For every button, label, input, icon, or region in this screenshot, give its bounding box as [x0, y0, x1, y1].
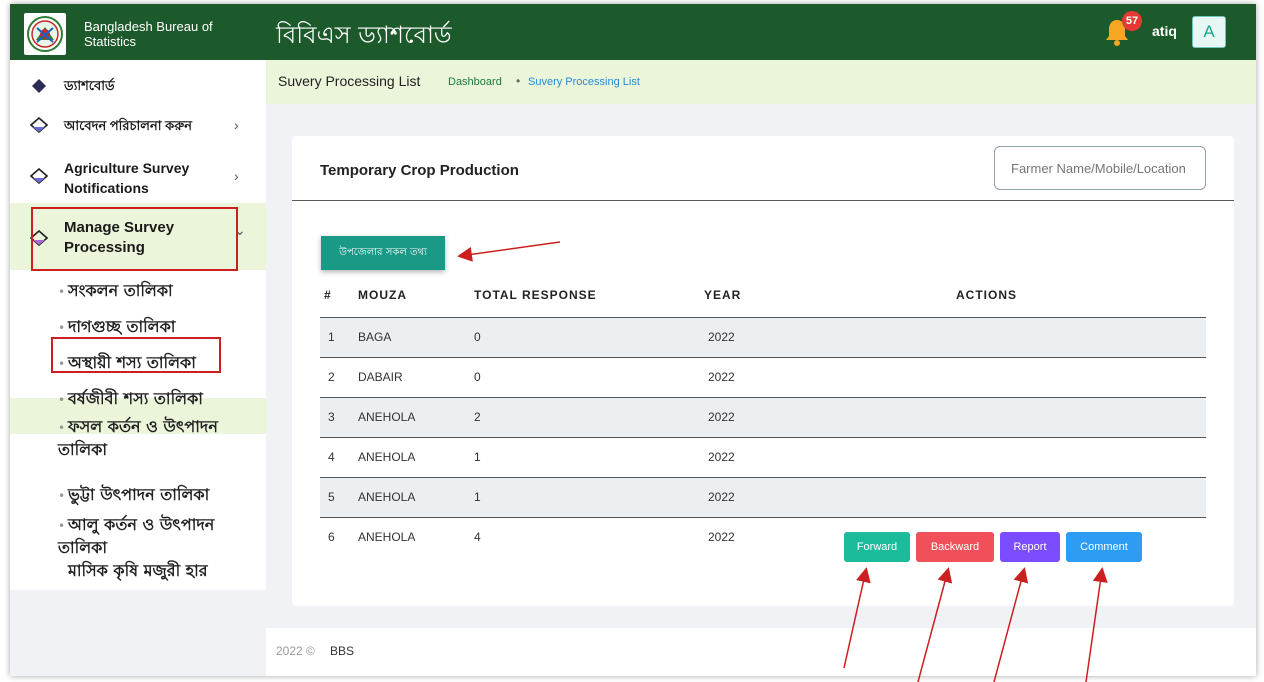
column-header-mouza: MOUZA — [358, 288, 407, 302]
total-response-cell: 1 — [474, 490, 481, 504]
row-number: 5 — [328, 490, 335, 504]
diamond-icon — [32, 79, 46, 93]
mouza-cell: ANEHOLA — [358, 530, 416, 544]
column-header-year: YEAR — [704, 288, 742, 302]
total-response-cell: 0 — [474, 330, 481, 344]
sidebar-item-label: আবেদন পরিচালনা করুন — [64, 118, 192, 133]
year-cell: 2022 — [708, 410, 735, 424]
notification-count-badge: 57 — [1122, 11, 1142, 31]
sub-item-monthly-wage-rate[interactable]: মাসিক কৃষি মজুরী হার — [68, 560, 208, 582]
avatar[interactable]: A — [1192, 16, 1226, 48]
forward-button[interactable]: Forward — [844, 532, 910, 562]
table-row: 2 DABAIR 0 2022 — [320, 357, 1206, 397]
year-cell: 2022 — [708, 490, 735, 504]
mouza-cell: ANEHOLA — [358, 410, 416, 424]
column-header-no: # — [324, 288, 332, 302]
mouza-cell: DABAIR — [358, 370, 403, 384]
year-cell: 2022 — [708, 530, 735, 544]
layers-icon — [30, 168, 48, 184]
chevron-right-icon: › — [234, 117, 239, 133]
breadcrumb-current: Suvery Processing List — [528, 76, 640, 88]
total-response-cell: 1 — [474, 450, 481, 464]
breadcrumb-separator: • — [516, 74, 521, 88]
survey-card: Temporary Crop Production উপজেলার সকল তথ… — [292, 136, 1234, 606]
layers-icon — [30, 117, 48, 133]
total-response-cell: 2 — [474, 410, 481, 424]
year-cell: 2022 — [708, 370, 735, 384]
card-title: Temporary Crop Production — [320, 162, 519, 179]
sub-item-harvest-production-list[interactable]: • ফসল কর্তন ও উৎপাদন তালিকা — [58, 416, 248, 461]
table-row: 6 ANEHOLA 4 2022 Forward Backward Report… — [320, 517, 1206, 569]
row-number: 1 — [328, 330, 335, 344]
sub-item-potato-production-list[interactable]: • আলু কর্তন ও উৎপাদন তালিকা — [58, 514, 248, 559]
table-row: 4 ANEHOLA 1 2022 — [320, 437, 1206, 477]
table-row: 3 ANEHOLA 2 2022 — [320, 397, 1206, 437]
footer: 2022 © BBS — [266, 628, 1256, 676]
chevron-right-icon: › — [234, 168, 239, 184]
backward-button[interactable]: Backward — [916, 532, 994, 562]
sidebar-item-label: ড্যাশবোর্ড — [64, 78, 115, 93]
bullet-icon: • — [58, 421, 66, 435]
footer-year: 2022 © — [276, 644, 315, 658]
breadcrumb: Suvery Processing List Dashboard • Suver… — [266, 60, 1256, 104]
annotation-box-temporary-crop — [51, 337, 221, 373]
sub-item-plot-cluster-list[interactable]: • দাগগুচ্ছ তালিকা — [58, 316, 175, 339]
total-response-cell: 0 — [474, 370, 481, 384]
sub-item-compilation-list[interactable]: • সংকলন তালিকা — [58, 280, 173, 303]
sidebar-bottom — [10, 590, 266, 676]
mouza-cell: ANEHOLA — [358, 490, 416, 504]
mouza-cell: ANEHOLA — [358, 450, 416, 464]
annotation-box-manage-survey — [31, 207, 238, 271]
breadcrumb-dashboard-link[interactable]: Dashboard — [448, 76, 502, 88]
footer-org: BBS — [330, 644, 355, 658]
comment-button[interactable]: Comment — [1066, 532, 1142, 562]
column-header-total-response: TOTAL RESPONSE — [474, 288, 597, 302]
column-header-actions: ACTIONS — [956, 288, 1017, 302]
row-number: 2 — [328, 370, 335, 384]
sidebar-item-agriculture-notifications[interactable]: Agriculture Survey Notifications › — [10, 154, 266, 200]
total-response-cell: 4 — [474, 530, 481, 544]
table-row: 1 BAGA 0 2022 — [320, 317, 1206, 357]
sub-item-maize-production-list[interactable]: • ভুট্টা উৎপাদন তালিকা — [58, 484, 209, 507]
row-number: 4 — [328, 450, 335, 464]
divider — [292, 200, 1234, 201]
page-title: Suvery Processing List — [278, 73, 421, 89]
org-name: Bangladesh Bureau of Statistics — [84, 19, 213, 49]
sidebar-item-label: Agriculture Survey Notifications — [64, 160, 190, 196]
sub-item-perennial-crop-list[interactable]: • বর্ষজীবী শস্য তালিকা — [58, 388, 203, 411]
table-row: 5 ANEHOLA 1 2022 — [320, 477, 1206, 517]
report-button[interactable]: Report — [1000, 532, 1060, 562]
username[interactable]: atiq — [1152, 23, 1177, 39]
bullet-icon: • — [58, 489, 66, 503]
year-cell: 2022 — [708, 330, 735, 344]
upazila-all-info-button[interactable]: উপজেলার সকল তথ্য — [321, 236, 445, 270]
row-number: 6 — [328, 530, 335, 544]
year-cell: 2022 — [708, 450, 735, 464]
search-input[interactable] — [994, 146, 1206, 190]
row-number: 3 — [328, 410, 335, 424]
sidebar-item-manage-applications[interactable]: আবেদন পরিচালনা করুন › — [10, 112, 266, 144]
mouza-cell: BAGA — [358, 330, 392, 344]
sidebar-item-dashboard[interactable]: ড্যাশবোর্ড — [10, 74, 266, 106]
bullet-icon: • — [58, 285, 66, 299]
bullet-icon: • — [58, 519, 66, 533]
app-title: বিবিএস ড্যাশবোর্ড — [276, 21, 452, 49]
top-navbar: Bangladesh Bureau of Statistics বিবিএস ড… — [10, 4, 1256, 60]
bullet-icon: • — [58, 321, 66, 335]
bbs-logo[interactable] — [24, 13, 66, 55]
bullet-icon: • — [58, 393, 66, 407]
